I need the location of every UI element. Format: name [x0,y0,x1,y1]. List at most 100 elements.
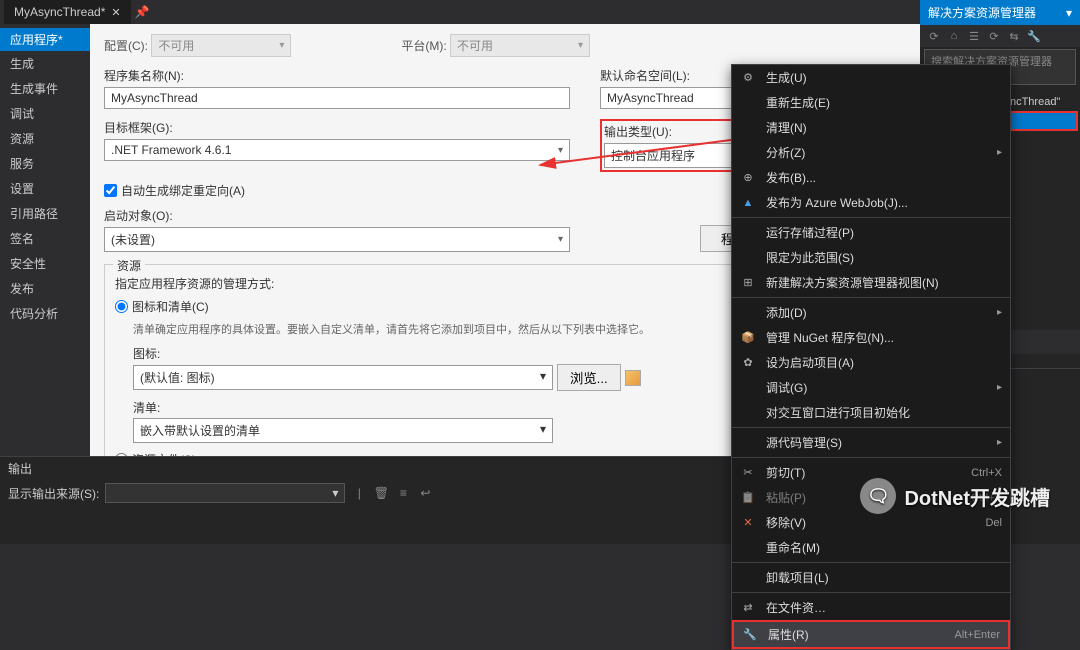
menu-item-label: 重命名(M) [766,539,1002,556]
sidebar-item-settings[interactable]: 设置 [0,176,90,201]
menu-item[interactable]: 清理(N) [732,115,1010,140]
menu-separator [732,297,1010,298]
pin-icon[interactable]: 📌 [135,5,150,19]
menu-item[interactable]: 源代码管理(S)▸ [732,430,1010,455]
menu-item-icon [740,380,756,396]
home-icon[interactable]: ⌂ [946,29,962,43]
icon-manifest-radio[interactable] [115,300,128,313]
chevron-down-icon: ▾ [540,369,546,386]
document-tabbar: MyAsyncThread* ✕ 📌 [0,0,1080,24]
submenu-arrow-icon: ▸ [997,382,1002,393]
menu-item[interactable]: ▲发布为 Azure WebJob(J)... [732,190,1010,215]
menu-item-label: 重新生成(E) [766,94,1002,111]
auto-binding-label: 自动生成绑定重定向(A) [121,182,245,199]
refresh-icon[interactable]: ⟳ [986,29,1002,43]
app-icon-preview [625,370,641,386]
resource-file-radio[interactable] [115,453,128,456]
menu-item[interactable]: 重新生成(E) [732,90,1010,115]
menu-item-label: 设为启动项目(A) [766,354,1002,371]
wechat-icon: 🗨 [860,478,896,514]
browse-button[interactable]: 浏览... [557,364,621,391]
startup-object-select[interactable]: (未设置)▾ [104,227,570,252]
menu-item-label: 管理 NuGet 程序包(N)... [766,329,1002,346]
sidebar-item-signing[interactable]: 签名 [0,226,90,251]
submenu-arrow-icon: ▸ [997,437,1002,448]
menu-separator [732,217,1010,218]
sidebar-item-application[interactable]: 应用程序* [0,28,90,51]
menu-item[interactable]: 限定为此范围(S) [732,245,1010,270]
menu-item[interactable]: 📦 管理 NuGet 程序包(N)... [732,325,1010,350]
sidebar-item-debug[interactable]: 调试 [0,101,90,126]
chevron-down-icon: ▾ [540,422,546,439]
panel-menu-icon[interactable]: ▾ [1066,6,1072,20]
document-tab[interactable]: MyAsyncThread* ✕ [4,0,131,24]
menu-item[interactable]: ⇄ 在文件资… [732,595,1010,620]
menu-item[interactable]: ⊞新建解决方案资源管理器视图(N) [732,270,1010,295]
menu-item-icon: ⇄ [740,600,756,616]
target-framework-select[interactable]: .NET Framework 4.6.1▾ [104,139,570,161]
sidebar-item-build[interactable]: 生成 [0,51,90,76]
menu-separator [732,562,1010,563]
output-source-label: 显示输出来源(S): [8,485,99,502]
properties-icon[interactable]: 🔧 [1026,29,1042,43]
menu-item-label: 调试(G) [766,379,987,396]
chevron-down-icon: ▾ [558,145,563,156]
menu-item-icon [740,305,756,321]
assembly-name-input[interactable] [104,87,570,109]
menu-item-label: 发布为 Azure WebJob(J)... [766,194,1002,211]
assembly-name-label: 程序集名称(N): [104,67,570,84]
menu-item-label: 限定为此范围(S) [766,249,1002,266]
menu-item[interactable]: 卸载项目(L) [732,565,1010,590]
menu-item[interactable]: ⊕发布(B)... [732,165,1010,190]
menu-shortcut: Ctrl+X [971,467,1002,479]
menu-separator [732,427,1010,428]
icon-select[interactable]: (默认值: 图标)▾ [133,365,553,390]
sidebar-item-code-analysis[interactable]: 代码分析 [0,301,90,326]
menu-item-label: 生成(U) [766,69,1002,86]
menu-item-icon: ✕ [740,515,756,531]
menu-item[interactable]: 添加(D)▸ [732,300,1010,325]
menu-item-icon [740,225,756,241]
clear-icon[interactable]: 🗑 [373,485,389,501]
config-dropdown[interactable]: 不可用▾ [151,34,291,57]
sidebar-item-resources[interactable]: 资源 [0,126,90,151]
sidebar-item-security[interactable]: 安全性 [0,251,90,276]
toggle-icon[interactable]: ≡ [395,485,411,501]
menu-item[interactable]: 分析(Z) ▸ [732,140,1010,165]
menu-item[interactable]: ✿设为启动项目(A) [732,350,1010,375]
collapse-icon[interactable]: ☰ [966,29,982,43]
menu-item[interactable]: 调试(G) ▸ [732,375,1010,400]
menu-item[interactable]: ⚙生成(U) [732,65,1010,90]
menu-item[interactable]: 运行存储过程(P) [732,220,1010,245]
solution-toolbar: ⟳ ⌂ ☰ ⟳ ⇆ 🔧 [920,25,1080,47]
sidebar-item-services[interactable]: 服务 [0,151,90,176]
menu-item-icon [740,405,756,421]
platform-dropdown[interactable]: 不可用▾ [450,34,590,57]
watermark: 🗨 DotNet开发跳槽 [860,478,1050,514]
auto-binding-checkbox[interactable] [104,184,117,197]
sidebar-item-publish[interactable]: 发布 [0,276,90,301]
sync-icon[interactable]: ⇆ [1006,29,1022,43]
menu-item-label: 在文件资… [766,599,1002,616]
menu-item-icon [740,540,756,556]
menu-shortcut: Del [985,517,1002,529]
menu-item-icon: ⊕ [740,170,756,186]
menu-item[interactable]: 对交互窗口进行项目初始化 [732,400,1010,425]
property-sidebar: 应用程序* 生成 生成事件 调试 资源 服务 设置 引用路径 签名 安全性 发布… [0,24,90,456]
menu-item-label: 分析(Z) [766,144,987,161]
output-source-select[interactable]: ▾ [105,483,345,503]
home-icon[interactable]: ⟳ [926,29,942,43]
submenu-arrow-icon: ▸ [997,307,1002,318]
menu-item[interactable]: 🔧属性(R)Alt+Enter [732,620,1010,649]
menu-item[interactable]: 重命名(M) [732,535,1010,560]
sidebar-item-build-events[interactable]: 生成事件 [0,76,90,101]
manifest-select[interactable]: 嵌入带默认设置的清单▾ [133,418,553,443]
menu-item-icon: ✂ [740,465,756,481]
menu-item-icon: 📦 [740,330,756,346]
close-icon[interactable]: ✕ [111,6,120,19]
menu-item-icon [740,145,756,161]
divider-icon: | [351,485,367,501]
sidebar-item-reference-paths[interactable]: 引用路径 [0,201,90,226]
submenu-arrow-icon: ▸ [997,147,1002,158]
wrap-icon[interactable]: ↩ [417,485,433,501]
